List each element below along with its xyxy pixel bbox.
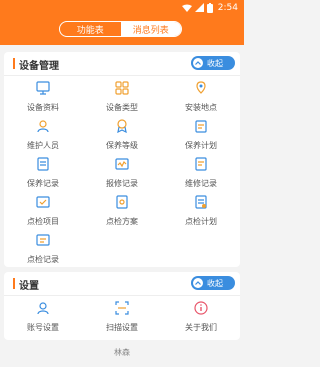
grid-item-label: 关于我们 xyxy=(185,323,217,332)
wifi-icon xyxy=(181,4,192,12)
device-type-icon xyxy=(115,81,129,95)
maintenance-record-icon xyxy=(37,157,49,171)
tab-message-list[interactable]: 消息列表 xyxy=(120,22,181,36)
section-title: 设置 xyxy=(19,281,39,292)
grid-item-label: 设备类型 xyxy=(106,103,138,112)
divider xyxy=(4,75,240,76)
grid-item-account-settings[interactable]: 账号设置 xyxy=(4,300,82,338)
inspection-record-icon xyxy=(36,234,50,246)
grid-item-device-type[interactable]: 设备类型 xyxy=(83,80,161,118)
grid-item-install-location[interactable]: 安装地点 xyxy=(162,80,240,118)
info-icon xyxy=(194,301,208,315)
account-icon xyxy=(37,302,49,315)
grid-item-label: 保养等级 xyxy=(106,141,138,150)
grid-item-label: 安装地点 xyxy=(185,103,217,112)
collapse-button[interactable]: 收起 xyxy=(191,56,235,70)
status-bar: 2:54 xyxy=(0,0,244,15)
section-header: 设备管理 收起 xyxy=(4,52,240,74)
inspection-item-icon xyxy=(36,196,50,208)
grid-item-inspection-scheme[interactable]: 点检方案 xyxy=(83,194,161,232)
divider xyxy=(4,295,240,296)
signal-icon xyxy=(194,3,204,12)
inspection-plan-icon xyxy=(195,195,207,209)
grid-item-scan-settings[interactable]: 扫描设置 xyxy=(83,300,161,338)
grid-item-label: 点检项目 xyxy=(27,217,59,226)
repair-record-icon xyxy=(195,157,207,171)
grid-item-inspection-plan[interactable]: 点检计划 xyxy=(162,194,240,232)
settings-card: 设置 收起 账号设置 扫描设置 关于我们 xyxy=(4,272,240,340)
collapse-button[interactable]: 收起 xyxy=(191,276,235,290)
tab-switcher: 功能表 消息列表 xyxy=(59,21,182,37)
section-header: 设置 收起 xyxy=(4,272,240,294)
grid-item-device-profile[interactable]: 设备资料 xyxy=(4,80,82,118)
device-management-card: 设备管理 收起 设备资料 设备类型 安装地点 维护人员 保养等级 保养计划 保养… xyxy=(4,52,240,267)
grid-item-maintenance-level[interactable]: 保养等级 xyxy=(83,118,161,156)
maintenance-level-icon xyxy=(117,119,127,134)
maintenance-staff-icon xyxy=(37,120,49,133)
grid-item-maintenance-plan[interactable]: 保养计划 xyxy=(162,118,240,156)
grid-item-repair-record[interactable]: 维修记录 xyxy=(162,156,240,194)
grid-item-label: 维修记录 xyxy=(185,179,217,188)
app-header: 2:54 功能表 消息列表 xyxy=(0,0,244,45)
collapse-label: 收起 xyxy=(207,278,223,288)
grid-item-label: 保养计划 xyxy=(185,141,217,150)
chevron-up-icon xyxy=(193,58,203,68)
section-title: 设备管理 xyxy=(19,61,59,72)
battery-icon xyxy=(206,2,213,13)
grid-item-about-us[interactable]: 关于我们 xyxy=(162,300,240,338)
grid-item-label: 扫描设置 xyxy=(106,323,138,332)
grid-item-inspection-record[interactable]: 点检记录 xyxy=(4,232,82,270)
grid-item-label: 保养记录 xyxy=(27,179,59,188)
grid-item-label: 点检计划 xyxy=(185,217,217,226)
grid-item-repair-report[interactable]: 报修记录 xyxy=(83,156,161,194)
tab-function-list[interactable]: 功能表 xyxy=(60,22,121,36)
grid-item-label: 维护人员 xyxy=(27,141,59,150)
scan-icon xyxy=(115,301,129,315)
clock: 2:54 xyxy=(217,2,238,13)
grid-item-label: 报修记录 xyxy=(106,179,138,188)
grid-item-maintenance-record[interactable]: 保养记录 xyxy=(4,156,82,194)
user-name: 林森 xyxy=(114,348,130,357)
device-profile-icon xyxy=(36,81,50,95)
grid-item-inspection-item[interactable]: 点检项目 xyxy=(4,194,82,232)
chevron-up-icon xyxy=(193,278,203,288)
grid-item-label: 点检记录 xyxy=(27,255,59,264)
section-accent-bar xyxy=(13,58,15,69)
grid-item-maintenance-staff[interactable]: 维护人员 xyxy=(4,118,82,156)
repair-report-icon xyxy=(115,158,129,170)
grid-item-label: 点检方案 xyxy=(106,217,138,226)
grid-item-label: 设备资料 xyxy=(27,103,59,112)
collapse-label: 收起 xyxy=(207,58,223,68)
grid-item-label: 账号设置 xyxy=(27,323,59,332)
maintenance-plan-icon xyxy=(195,120,207,133)
install-location-icon xyxy=(196,81,206,94)
inspection-scheme-icon xyxy=(116,195,128,209)
section-accent-bar xyxy=(13,278,15,289)
